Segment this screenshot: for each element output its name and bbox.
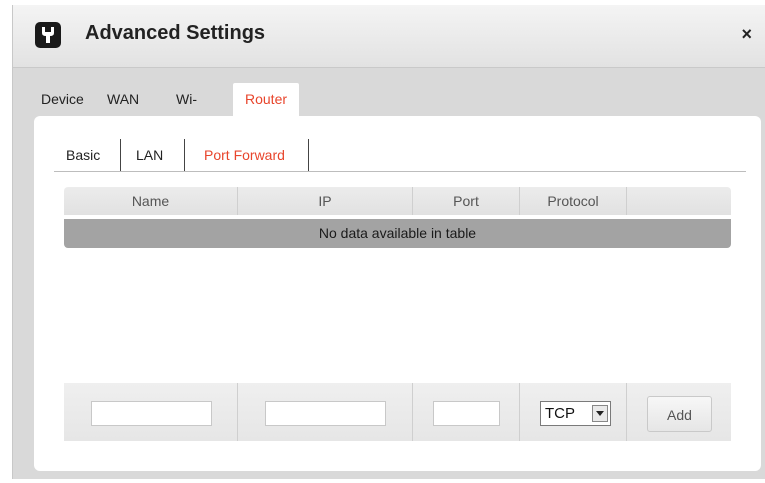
name-cell <box>64 383 238 441</box>
tab-wifi[interactable]: Wi-Fi <box>176 83 197 140</box>
protocol-select[interactable]: TCP <box>540 401 611 426</box>
subtab-basic[interactable]: Basic <box>66 139 100 171</box>
protocol-selected-value: TCP <box>545 405 575 422</box>
chevron-down-icon[interactable] <box>592 405 608 422</box>
port-input[interactable] <box>433 401 500 426</box>
dialog-title: Advanced Settings <box>85 22 266 44</box>
ip-input[interactable] <box>265 401 386 426</box>
router-subtabs: Basic LAN Port Forward <box>54 139 746 172</box>
tab-wan[interactable]: WAN <box>107 83 139 116</box>
dialog-titlebar: Advanced Settings × <box>13 5 765 68</box>
column-header-ip[interactable]: IP <box>238 187 413 215</box>
wrench-icon <box>35 22 61 48</box>
tab-device[interactable]: Device <box>41 83 84 116</box>
ip-cell <box>238 383 413 441</box>
column-header-name[interactable]: Name <box>64 187 238 215</box>
empty-table-message: No data available in table <box>64 219 731 248</box>
add-rule-row: TCP Add <box>64 383 731 441</box>
subtab-divider <box>120 139 121 171</box>
tab-router[interactable]: Router <box>233 83 300 119</box>
name-input[interactable] <box>91 401 212 426</box>
table-header: Name IP Port Protocol <box>64 187 731 215</box>
subtab-divider <box>184 139 185 171</box>
subtab-divider <box>308 139 309 171</box>
close-icon[interactable]: × <box>741 25 752 43</box>
column-header-protocol[interactable]: Protocol <box>520 187 627 215</box>
router-panel: Basic LAN Port Forward Name IP Port Prot… <box>34 116 761 471</box>
add-button[interactable]: Add <box>647 396 712 432</box>
port-cell <box>413 383 520 441</box>
advanced-settings-dialog: Advanced Settings × Device WAN Wi-Fi Rou… <box>12 5 765 479</box>
subtab-port-forward[interactable]: Port Forward <box>204 139 285 171</box>
subtab-lan[interactable]: LAN <box>136 139 163 171</box>
column-header-port[interactable]: Port <box>413 187 520 215</box>
